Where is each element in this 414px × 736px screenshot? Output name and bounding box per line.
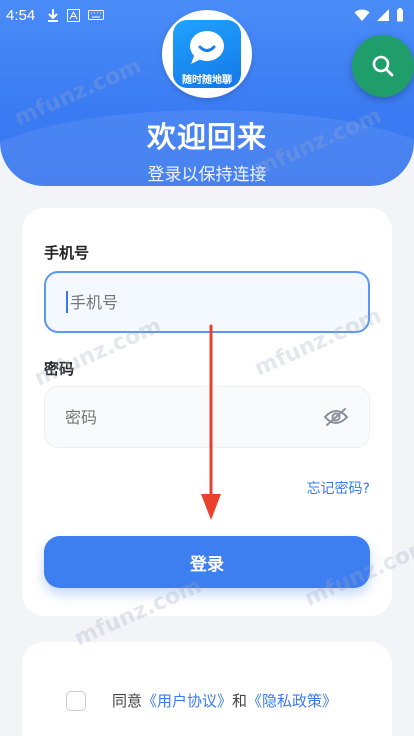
page-subtitle: 登录以保持连接: [147, 165, 267, 185]
status-bar: 4:54: [0, 0, 414, 30]
agree-prefix: 同意: [112, 692, 143, 710]
agree-and: 和: [232, 692, 248, 710]
password-input[interactable]: [65, 407, 323, 427]
privacy-policy-link[interactable]: 《隐私政策》: [247, 690, 337, 711]
agree-checkbox[interactable]: [66, 690, 86, 711]
wifi-icon: [354, 9, 370, 21]
forgot-password-link[interactable]: 忘记密码?: [307, 478, 370, 498]
password-label: 密码: [44, 360, 75, 378]
annotation-arrow: [201, 324, 221, 520]
eye-off-icon[interactable]: [323, 407, 349, 427]
keyboard-icon: [88, 10, 105, 20]
search-icon: [372, 55, 394, 77]
agreement-card: 同意 《用户协议》 和 《隐私政策》: [22, 642, 392, 736]
text-caret: [66, 291, 68, 313]
phone-input[interactable]: [69, 292, 348, 312]
chat-logo-icon: 随时随地聊: [173, 20, 241, 88]
login-button[interactable]: 登录: [44, 536, 370, 588]
logo-text: 随时随地聊: [182, 75, 232, 86]
phone-label: 手机号: [44, 244, 90, 262]
battery-icon: [397, 8, 403, 22]
page-title: 欢迎回来: [146, 120, 267, 154]
font-a-icon: [67, 8, 81, 22]
agreement-row: 同意 《用户协议》 和 《隐私政策》: [66, 690, 337, 711]
search-button[interactable]: [352, 35, 414, 97]
signal-icon: [377, 9, 389, 21]
status-time: 4:54: [6, 6, 36, 24]
user-agreement-link[interactable]: 《用户协议》: [142, 690, 232, 711]
download-icon: [48, 9, 59, 22]
